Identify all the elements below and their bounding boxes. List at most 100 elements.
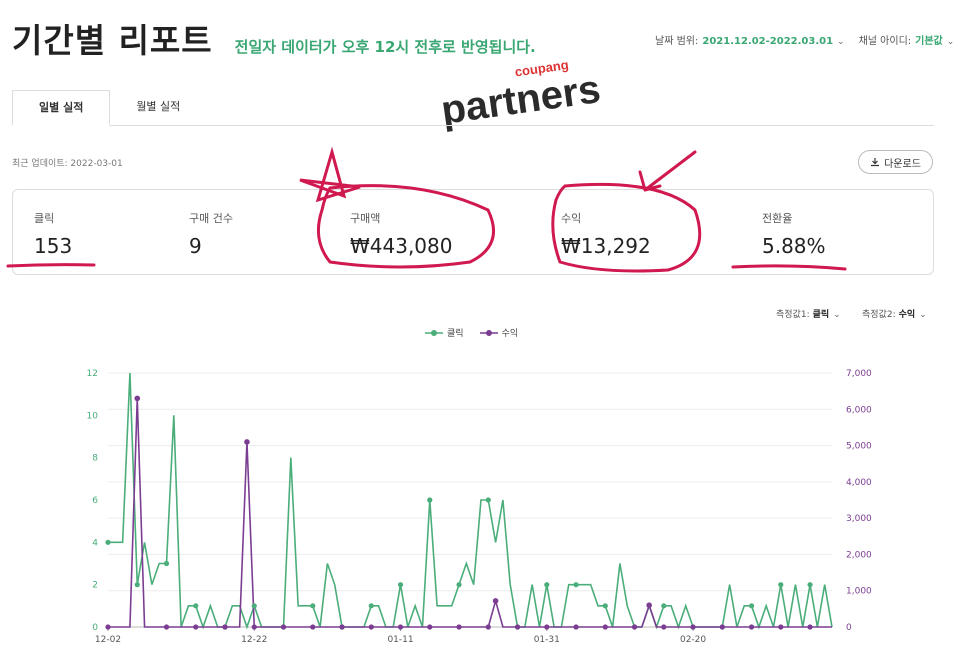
- data-point-revenue: [807, 624, 813, 630]
- top-filters: 날짜 범위: 2021.12.02-2022.03.01 ⌄ 채널 아이디: 기본값 ⌄: [655, 32, 954, 47]
- data-point-revenue: [719, 624, 725, 630]
- data-point-revenue: [244, 439, 250, 445]
- data-point-revenue: [602, 624, 608, 630]
- y-left-tick-label: 0: [92, 623, 98, 633]
- stat-purchase-amount: 구매액 ₩443,080: [350, 210, 452, 258]
- summary-panel: 클릭 153 구매 건수 9 구매액 ₩443,080 수익 ₩13,292 전…: [12, 189, 934, 275]
- stat-value: ₩443,080: [350, 234, 453, 258]
- chevron-down-icon: ⌄: [833, 310, 841, 320]
- data-point-revenue: [573, 624, 579, 630]
- x-tick-label: 01-11: [387, 635, 413, 645]
- y-left-tick-label: 6: [92, 496, 98, 506]
- measure1-value: 클릭: [812, 310, 830, 320]
- last-updated: 최근 업데이트: 2022-03-01: [12, 159, 123, 169]
- data-notice: 전일자 데이터가 오후 12시 전후로 반영됩니다.: [234, 38, 536, 56]
- channel-selector[interactable]: 채널 아이디: 기본값 ⌄: [859, 32, 955, 47]
- y-left-tick-label: 4: [92, 538, 98, 548]
- stat-value: 5.88%: [762, 234, 826, 258]
- data-point-revenue: [163, 624, 170, 630]
- legend-swatch-clicks: [425, 329, 443, 336]
- data-point-revenue: [456, 624, 462, 630]
- legend-item-revenue[interactable]: 수익: [479, 326, 518, 339]
- data-point-clicks: [193, 603, 199, 609]
- date-range-value: 2021.12.02-2022.03.01: [702, 36, 834, 47]
- stat-revenue: 수익 ₩13,292: [561, 210, 651, 258]
- data-point-revenue: [280, 624, 287, 630]
- y-right-tick-label: 6,000: [846, 405, 872, 415]
- data-point-revenue: [661, 624, 667, 630]
- data-point-clicks: [456, 582, 462, 588]
- x-tick-label: 12-02: [95, 635, 121, 645]
- measure2-selector[interactable]: 측정값2: 수익 ⌄: [862, 307, 927, 320]
- data-point-clicks: [661, 603, 667, 609]
- stat-purchases: 구매 건수 9: [189, 210, 233, 258]
- data-point-revenue: [748, 624, 755, 630]
- download-label: 다운로드: [884, 158, 921, 170]
- data-point-clicks: [134, 582, 140, 588]
- chevron-down-icon: ⌄: [837, 37, 845, 47]
- y-left-tick-label: 8: [92, 454, 98, 464]
- data-point-clicks: [251, 603, 257, 609]
- data-point-clicks: [105, 539, 111, 545]
- data-point-clicks: [163, 560, 170, 567]
- chevron-down-icon: ⌄: [946, 37, 955, 47]
- stat-label: 구매 건수: [189, 212, 233, 225]
- measure2-value: 수익: [898, 310, 916, 320]
- data-point-clicks: [573, 582, 579, 588]
- data-point-clicks: [602, 603, 608, 609]
- date-range-selector[interactable]: 날짜 범위: 2021.12.02-2022.03.01 ⌄: [655, 32, 845, 47]
- y-right-tick-label: 2,000: [846, 550, 872, 560]
- data-point-revenue: [514, 624, 521, 630]
- data-point-clicks: [544, 582, 550, 588]
- stat-conversion-rate: 전환율 5.88%: [762, 210, 826, 258]
- data-point-revenue: [105, 624, 111, 630]
- stat-label: 전환율: [762, 212, 793, 225]
- y-right-tick-label: 0: [846, 623, 852, 633]
- data-point-revenue: [134, 395, 141, 402]
- data-point-revenue: [368, 624, 374, 630]
- x-tick-label: 12-22: [241, 635, 267, 645]
- y-left-tick-label: 12: [87, 369, 98, 379]
- data-point-clicks: [427, 497, 433, 503]
- data-point-revenue: [631, 624, 638, 630]
- line-chart: 0 2 4 6 8 10 12 0 1,000 2,000 3,000 4,000 5,000 6,000…: [87, 369, 872, 645]
- y-right-tick-label: 4,000: [846, 478, 872, 488]
- data-point-clicks: [397, 582, 404, 588]
- data-point-revenue: [397, 624, 404, 630]
- data-point-revenue: [778, 624, 784, 630]
- x-tick-label: 02-20: [680, 635, 706, 645]
- legend-item-clicks[interactable]: 클릭: [425, 326, 464, 339]
- chart-legend: 클릭 수익: [425, 326, 518, 339]
- stat-label: 구매액: [350, 212, 381, 225]
- y-left-tick-label: 2: [92, 581, 98, 591]
- measure1-selector[interactable]: 측정값1: 클릭 ⌄: [776, 307, 841, 320]
- y-right-tick-label: 5,000: [846, 442, 872, 452]
- stat-value: 9: [189, 234, 202, 258]
- channel-value: 기본값: [915, 36, 943, 47]
- data-point-revenue: [222, 624, 228, 630]
- data-point-revenue: [492, 598, 499, 604]
- tab-daily[interactable]: 일별 실적: [12, 90, 111, 126]
- stat-clicks: 클릭 153: [34, 210, 72, 258]
- chevron-down-icon: ⌄: [919, 310, 927, 320]
- series-line-clicks: [108, 372, 833, 630]
- data-point-revenue: [251, 624, 257, 630]
- stat-value: 153: [34, 234, 73, 258]
- y-right-tick-label: 1,000: [846, 587, 872, 597]
- data-point-revenue: [339, 624, 345, 630]
- data-point-revenue: [427, 624, 433, 630]
- data-point-revenue: [193, 624, 199, 630]
- tab-monthly[interactable]: 월별 실적: [110, 90, 206, 126]
- header: 기간별 리포트 전일자 데이터가 오후 12시 전후로 반영됩니다.: [12, 14, 536, 62]
- data-point-clicks: [748, 603, 755, 609]
- y-right-tick-label: 7,000: [846, 369, 872, 379]
- download-icon: [871, 158, 880, 167]
- data-point-clicks: [310, 603, 316, 609]
- legend-swatch-revenue: [479, 329, 498, 336]
- page-title: 기간별 리포트: [12, 21, 213, 60]
- data-point-revenue: [690, 624, 696, 630]
- stat-value: ₩13,292: [561, 234, 651, 258]
- download-button[interactable]: 다운로드: [858, 150, 933, 174]
- report-tabs: 일별 실적 월별 실적: [12, 90, 934, 126]
- data-point-clicks: [807, 582, 813, 588]
